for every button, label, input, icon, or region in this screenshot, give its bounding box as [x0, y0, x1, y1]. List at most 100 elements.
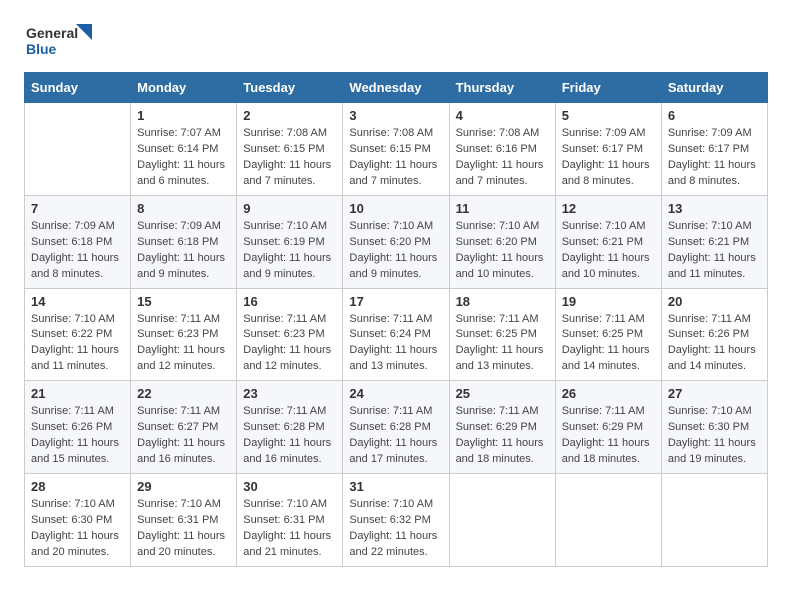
- day-number: 27: [668, 386, 761, 401]
- sunrise-label: Sunrise:: [349, 498, 389, 510]
- calendar-cell: 17Sunrise: 7:11 AMSunset: 6:24 PMDayligh…: [343, 288, 449, 381]
- sunrise-label: Sunrise:: [349, 127, 389, 139]
- calendar-cell: 11 Sunrise: 7:10 AMSunset: 6:20 PMDayligh…: [449, 195, 555, 288]
- day-header-friday: Friday: [555, 73, 661, 103]
- day-number: 24: [349, 386, 442, 401]
- day-number: 23: [243, 386, 336, 401]
- day-number: 13: [668, 201, 761, 216]
- daylight-label: Daylight:: [562, 159, 605, 171]
- sunset-label: Sunset:: [349, 143, 386, 155]
- sunrise-label: Sunrise:: [562, 405, 602, 417]
- day-info: Sunrise: 7:09 AMSunset: 6:17 PMDaylight:…: [668, 126, 761, 190]
- daylight-label: Daylight:: [137, 252, 180, 264]
- daylight-label: Daylight:: [31, 252, 74, 264]
- day-header-tuesday: Tuesday: [237, 73, 343, 103]
- day-info: Sunrise: 7:10 AMSunset: 6:31 PMDaylight:…: [137, 497, 230, 561]
- day-number: 21: [31, 386, 124, 401]
- sunset-label: Sunset:: [31, 514, 68, 526]
- day-header-thursday: Thursday: [449, 73, 555, 103]
- day-number: 7: [31, 201, 124, 216]
- sunrise-label: Sunrise:: [137, 498, 177, 510]
- sunrise-label: Sunrise:: [668, 127, 708, 139]
- daylight-label: Daylight:: [243, 530, 286, 542]
- calendar-cell: 3Sunrise: 7:08 AMSunset: 6:15 PMDaylight…: [343, 103, 449, 196]
- daylight-label: Daylight:: [456, 437, 499, 449]
- day-info: Sunrise: 7:09 AMSunset: 6:18 PMDaylight:…: [137, 219, 230, 283]
- day-info: Sunrise: 7:11 AMSunset: 6:29 PMDaylight:…: [562, 404, 655, 468]
- daylight-label: Daylight:: [137, 530, 180, 542]
- sunrise-label: Sunrise:: [243, 313, 283, 325]
- sunrise-label: Sunrise:: [349, 220, 389, 232]
- day-info: Sunrise: 7:10 AMSunset: 6:21 PMDaylight:…: [562, 219, 655, 283]
- day-number: 9: [243, 201, 336, 216]
- sunset-label: Sunset:: [668, 328, 705, 340]
- sunrise-label: Sunrise:: [137, 220, 177, 232]
- sunrise-label: Sunrise:: [562, 127, 602, 139]
- sunset-label: Sunset:: [349, 236, 386, 248]
- calendar-week-row: 14Sunrise: 7:10 AMSunset: 6:22 PMDayligh…: [25, 288, 768, 381]
- day-number: 29: [137, 479, 230, 494]
- day-info: Sunrise: 7:11 AMSunset: 6:24 PMDaylight:…: [349, 312, 442, 376]
- sunrise-label: Sunrise:: [668, 405, 708, 417]
- svg-text:Blue: Blue: [26, 41, 57, 57]
- day-number: 25: [456, 386, 549, 401]
- day-info: Sunrise: 7:11 AMSunset: 6:28 PMDaylight:…: [349, 404, 442, 468]
- sunset-label: Sunset:: [562, 236, 599, 248]
- day-number: 11: [456, 201, 549, 216]
- sunset-label: Sunset:: [349, 421, 386, 433]
- day-info: Sunrise: 7:10 AMSunset: 6:20 PMDaylight:…: [456, 219, 549, 283]
- calendar-cell: 13 Sunrise: 7:10 AMSunset: 6:21 PMDayligh…: [661, 195, 767, 288]
- page-header: GeneralBlue: [24, 20, 768, 60]
- calendar-cell: 24 Sunrise: 7:11 AMSunset: 6:28 PMDayligh…: [343, 381, 449, 474]
- calendar-cell: 15Sunrise: 7:11 AMSunset: 6:23 PMDayligh…: [131, 288, 237, 381]
- day-number: 19: [562, 294, 655, 309]
- daylight-label: Daylight:: [668, 159, 711, 171]
- calendar-cell: 4Sunrise: 7:08 AMSunset: 6:16 PMDaylight…: [449, 103, 555, 196]
- daylight-label: Daylight:: [668, 437, 711, 449]
- sunset-label: Sunset:: [668, 143, 705, 155]
- calendar-week-row: 21Sunrise: 7:11 AMSunset: 6:26 PMDayligh…: [25, 381, 768, 474]
- day-number: 5: [562, 108, 655, 123]
- day-number: 18: [456, 294, 549, 309]
- svg-text:General: General: [26, 25, 78, 41]
- day-info: Sunrise: 7:08 AMSunset: 6:16 PMDaylight:…: [456, 126, 549, 190]
- calendar-cell: 1Sunrise: 7:07 AMSunset: 6:14 PMDaylight…: [131, 103, 237, 196]
- sunset-label: Sunset:: [243, 514, 280, 526]
- calendar-cell: 6 Sunrise: 7:09 AMSunset: 6:17 PMDaylight…: [661, 103, 767, 196]
- day-number: 2: [243, 108, 336, 123]
- daylight-label: Daylight:: [456, 252, 499, 264]
- calendar-body: 1Sunrise: 7:07 AMSunset: 6:14 PMDaylight…: [25, 103, 768, 567]
- daylight-label: Daylight:: [31, 530, 74, 542]
- sunrise-label: Sunrise:: [562, 313, 602, 325]
- daylight-label: Daylight:: [243, 159, 286, 171]
- sunset-label: Sunset:: [137, 514, 174, 526]
- day-info: Sunrise: 7:11 AMSunset: 6:25 PMDaylight:…: [562, 312, 655, 376]
- day-number: 6: [668, 108, 761, 123]
- day-info: Sunrise: 7:07 AMSunset: 6:14 PMDaylight:…: [137, 126, 230, 190]
- day-number: 30: [243, 479, 336, 494]
- calendar-cell: 28Sunrise: 7:10 AMSunset: 6:30 PMDayligh…: [25, 474, 131, 567]
- day-header-monday: Monday: [131, 73, 237, 103]
- calendar-cell: 30 Sunrise: 7:10 AMSunset: 6:31 PMDayligh…: [237, 474, 343, 567]
- daylight-label: Daylight:: [562, 437, 605, 449]
- daylight-label: Daylight:: [243, 344, 286, 356]
- sunset-label: Sunset:: [137, 236, 174, 248]
- day-info: Sunrise: 7:10 AMSunset: 6:21 PMDaylight:…: [668, 219, 761, 283]
- day-number: 16: [243, 294, 336, 309]
- calendar-cell: 9Sunrise: 7:10 AMSunset: 6:19 PMDaylight…: [237, 195, 343, 288]
- sunset-label: Sunset:: [562, 143, 599, 155]
- sunrise-label: Sunrise:: [243, 498, 283, 510]
- daylight-label: Daylight:: [137, 437, 180, 449]
- daylight-label: Daylight:: [456, 159, 499, 171]
- day-number: 31: [349, 479, 442, 494]
- calendar-cell: 10Sunrise: 7:10 AMSunset: 6:20 PMDayligh…: [343, 195, 449, 288]
- daylight-label: Daylight:: [31, 344, 74, 356]
- calendar-cell: 8Sunrise: 7:09 AMSunset: 6:18 PMDaylight…: [131, 195, 237, 288]
- calendar-cell: 21Sunrise: 7:11 AMSunset: 6:26 PMDayligh…: [25, 381, 131, 474]
- daylight-label: Daylight:: [31, 437, 74, 449]
- sunrise-label: Sunrise:: [31, 405, 71, 417]
- day-header-sunday: Sunday: [25, 73, 131, 103]
- day-info: Sunrise: 7:10 AMSunset: 6:31 PMDaylight:…: [243, 497, 336, 561]
- sunset-label: Sunset:: [456, 236, 493, 248]
- logo-svg: GeneralBlue: [24, 20, 94, 60]
